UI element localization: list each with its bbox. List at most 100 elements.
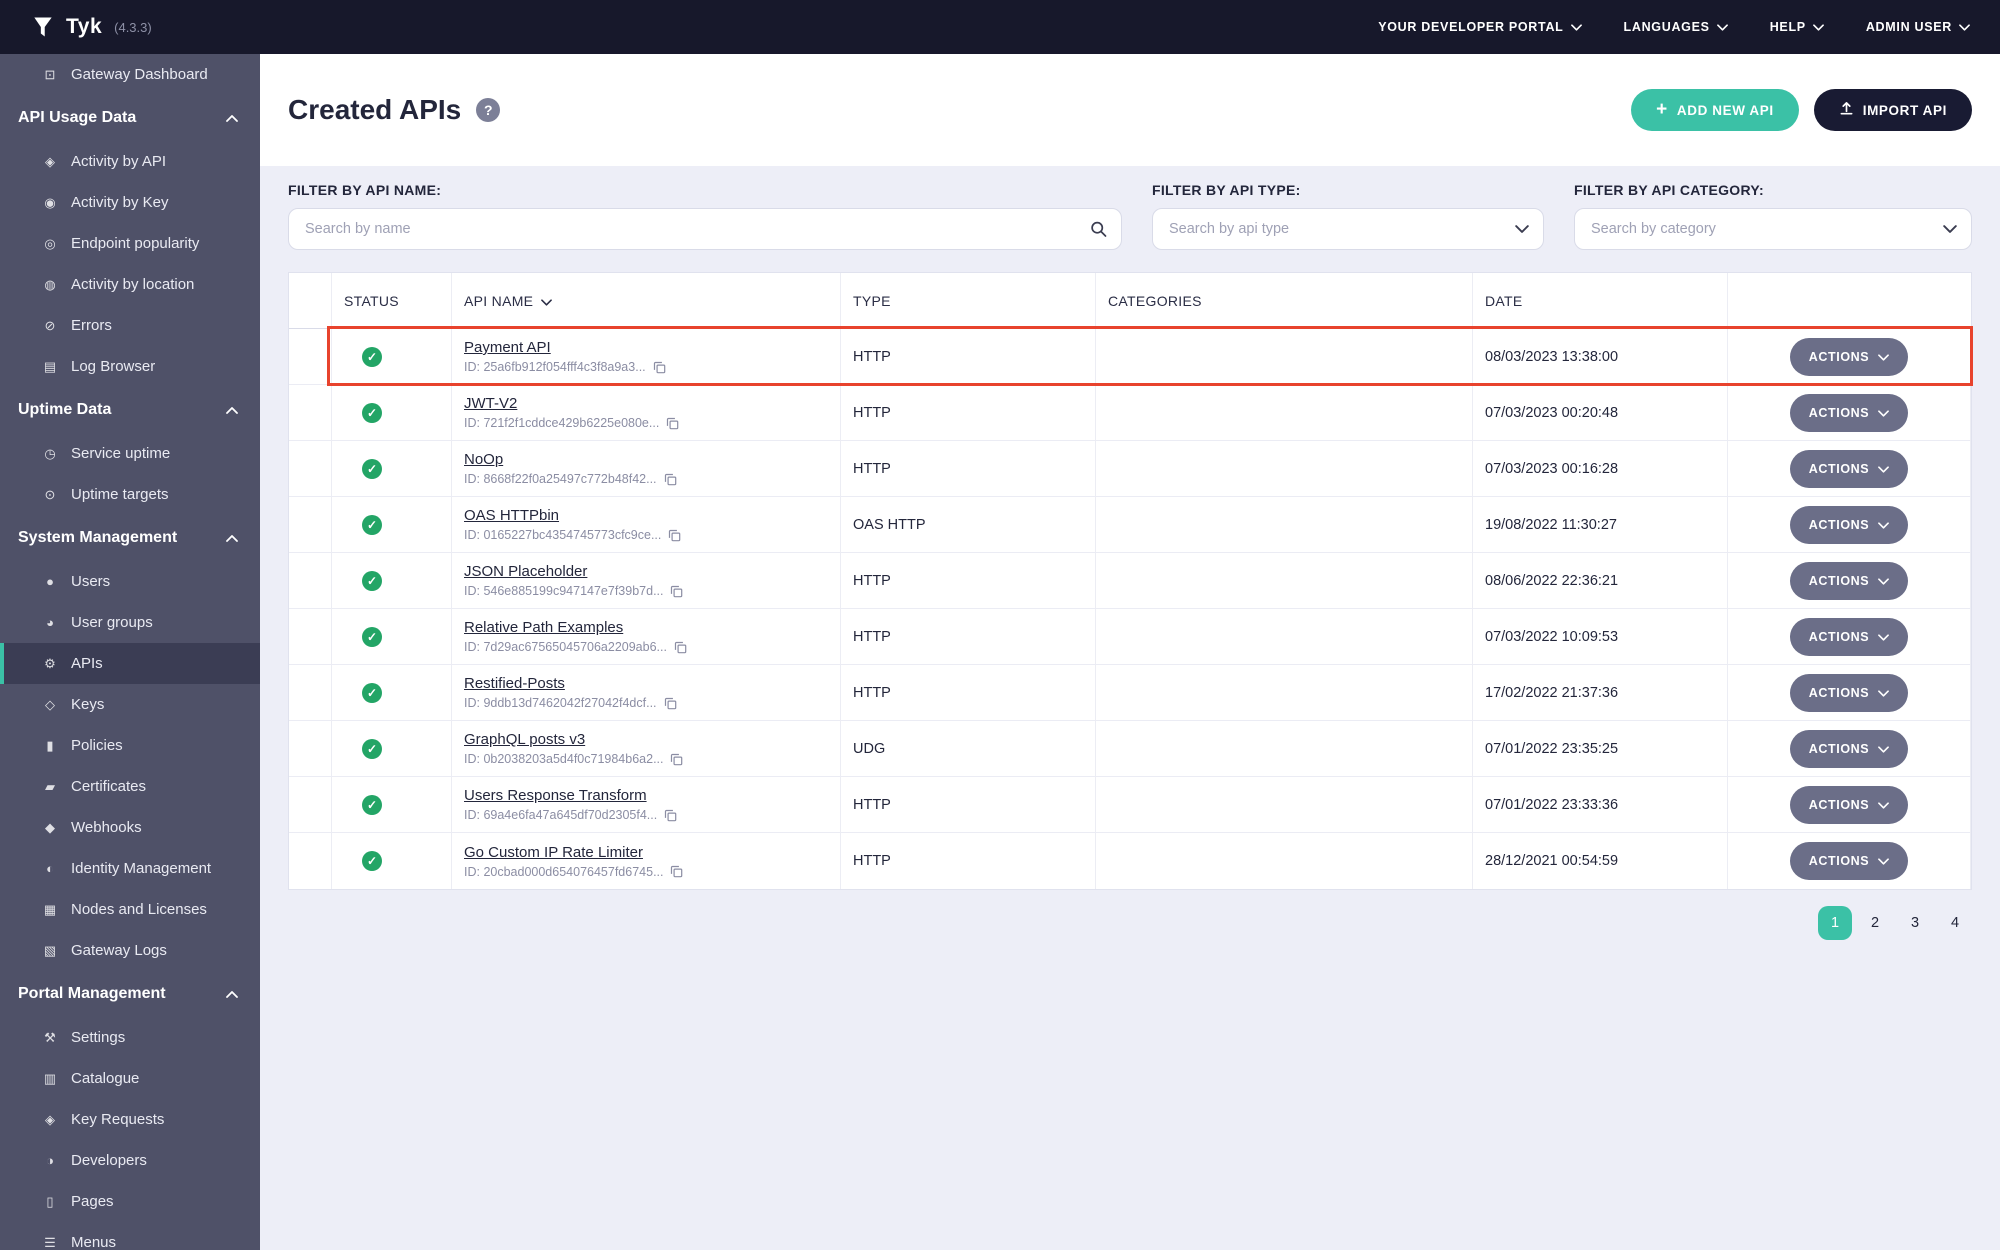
pagination-page-button[interactable]: 2	[1858, 906, 1892, 940]
actions-button[interactable]: ACTIONS	[1789, 561, 1909, 600]
api-id-text: ID: 721f2f1cddce429b6225e080e...	[464, 416, 660, 430]
actions-button[interactable]: ACTIONS	[1789, 673, 1909, 712]
pagination-page-button[interactable]: 4	[1938, 906, 1972, 940]
help-icon[interactable]: ?	[476, 98, 501, 122]
sidebar-item[interactable]: ◍ Activity by location	[0, 264, 260, 305]
sidebar-item[interactable]: ◇ Keys	[0, 684, 260, 725]
sidebar-item[interactable]: ◈ Key Requests	[0, 1099, 260, 1140]
actions-button[interactable]: ACTIONS	[1789, 449, 1909, 488]
copy-icon[interactable]	[653, 361, 666, 374]
sidebar-item[interactable]: ▰ Certificates	[0, 766, 260, 807]
api-name-link[interactable]: JSON Placeholder	[464, 563, 587, 580]
actions-button-label: ACTIONS	[1808, 573, 1870, 588]
sidebar-item[interactable]: System Management	[0, 515, 260, 561]
sidebar-item[interactable]: ⊘ Errors	[0, 305, 260, 346]
sidebar-item[interactable]: ▧ Gateway Logs	[0, 930, 260, 971]
sidebar-item[interactable]: ☰ Menus	[0, 1222, 260, 1250]
topbar-menu-item[interactable]: ADMIN USER	[1866, 20, 1970, 34]
pagination-page-button[interactable]: 3	[1898, 906, 1932, 940]
sidebar-item[interactable]: ▮ Policies	[0, 725, 260, 766]
actions-button[interactable]: ACTIONS	[1789, 505, 1909, 544]
cell-type: HTTP	[841, 777, 1096, 832]
sidebar-item[interactable]: ◆ Webhooks	[0, 807, 260, 848]
filter-type-select[interactable]: Search by api type	[1152, 208, 1544, 250]
sidebar-item[interactable]: ⚙ APIs	[0, 643, 260, 684]
actions-button[interactable]: ACTIONS	[1789, 842, 1909, 880]
api-name-link[interactable]: OAS HTTPbin	[464, 507, 559, 524]
header-actions-column	[1728, 273, 1971, 328]
cell-status: ✓	[332, 777, 452, 832]
monitor-icon: ⊡	[44, 67, 56, 82]
sidebar-item[interactable]: ◎ Endpoint popularity	[0, 223, 260, 264]
copy-icon[interactable]	[670, 753, 683, 766]
sidebar-item[interactable]: ▤ Log Browser	[0, 346, 260, 387]
cell-api-name: JWT-V2 ID: 721f2f1cddce429b6225e080e...	[452, 385, 841, 440]
actions-button[interactable]: ACTIONS	[1789, 337, 1909, 376]
plus-icon: +	[1656, 98, 1668, 120]
sidebar-item[interactable]: ◷ Service uptime	[0, 433, 260, 474]
cell-status: ✓	[332, 721, 452, 776]
copy-icon[interactable]	[674, 641, 687, 654]
copy-icon[interactable]	[668, 529, 681, 542]
sidebar-item[interactable]: ⊙ Uptime targets	[0, 474, 260, 515]
add-new-api-button[interactable]: + ADD NEW API	[1631, 89, 1799, 131]
api-name-link[interactable]: GraphQL posts v3	[464, 731, 585, 748]
api-name-link[interactable]: Restified-Posts	[464, 675, 565, 692]
cell-expand	[289, 609, 332, 664]
topbar-menu-label: YOUR DEVELOPER PORTAL	[1378, 20, 1564, 34]
cell-categories	[1096, 497, 1473, 552]
cell-date: 07/01/2022 23:35:25	[1473, 721, 1728, 776]
sidebar-item[interactable]: ⚒ Settings	[0, 1017, 260, 1058]
sidebar-item-label: Uptime targets	[71, 486, 169, 503]
sidebar-item[interactable]: API Usage Data	[0, 95, 260, 141]
topbar-menu-item[interactable]: YOUR DEVELOPER PORTAL	[1378, 20, 1582, 34]
copy-icon[interactable]	[670, 865, 683, 878]
sidebar-item[interactable]: ⊡ Gateway Dashboard	[0, 54, 260, 95]
api-name-link[interactable]: Go Custom IP Rate Limiter	[464, 844, 643, 861]
tyk-logo: Tyk (4.3.3)	[30, 14, 152, 40]
table-row: ✓ OAS HTTPbin ID: 0165227bc4354745773cfc…	[289, 497, 1971, 553]
actions-button[interactable]: ACTIONS	[1789, 617, 1909, 656]
pagination-page-button[interactable]: 1	[1818, 906, 1852, 940]
sidebar-item[interactable]: Uptime Data	[0, 387, 260, 433]
chevron-down-icon	[1878, 686, 1890, 700]
copy-icon[interactable]	[664, 697, 677, 710]
api-name-link[interactable]: JWT-V2	[464, 395, 517, 412]
api-id-text: ID: 0165227bc4354745773cfc9ce...	[464, 528, 662, 542]
copy-icon[interactable]	[670, 585, 683, 598]
api-name-link[interactable]: Payment API	[464, 339, 551, 356]
actions-button[interactable]: ACTIONS	[1789, 393, 1909, 432]
sidebar-item[interactable]: ◐ Identity Management	[0, 848, 260, 889]
filter-name-input[interactable]	[288, 208, 1122, 250]
copy-icon[interactable]	[666, 417, 679, 430]
cell-expand	[289, 329, 332, 384]
sidebar-item[interactable]: Portal Management	[0, 971, 260, 1017]
filter-category-label: FILTER BY API CATEGORY:	[1574, 182, 1764, 198]
sidebar-item[interactable]: ▯ Pages	[0, 1181, 260, 1222]
webhooks-icon: ◆	[45, 820, 55, 835]
copy-icon[interactable]	[664, 809, 677, 822]
api-name-link[interactable]: Relative Path Examples	[464, 619, 623, 636]
activity-key-icon: ◉	[44, 195, 56, 210]
table-row: ✓ Go Custom IP Rate Limiter ID: 20cbad00…	[289, 833, 1971, 889]
filter-category-select[interactable]: Search by category	[1574, 208, 1972, 250]
topbar-menu-item[interactable]: LANGUAGES	[1624, 20, 1728, 34]
table-row: ✓ JSON Placeholder ID: 546e885199c947147…	[289, 553, 1971, 609]
header-api-name[interactable]: API NAME	[452, 273, 841, 328]
import-api-button[interactable]: IMPORT API	[1813, 89, 1972, 131]
actions-button[interactable]: ACTIONS	[1789, 785, 1909, 824]
api-name-link[interactable]: NoOp	[464, 451, 503, 468]
api-name-link[interactable]: Users Response Transform	[464, 787, 647, 804]
sidebar-item[interactable]: ▦ Nodes and Licenses	[0, 889, 260, 930]
sidebar-item[interactable]: ◑ Developers	[0, 1140, 260, 1181]
sidebar-item[interactable]: ◉ Activity by Key	[0, 182, 260, 223]
sidebar-item[interactable]: ▥ Catalogue	[0, 1058, 260, 1099]
sidebar-item[interactable]: ◕ User groups	[0, 602, 260, 643]
chevron-down-icon	[1570, 23, 1582, 31]
topbar-menu-item[interactable]: HELP	[1770, 20, 1824, 34]
copy-icon[interactable]	[664, 473, 677, 486]
sidebar-item[interactable]: ◈ Activity by API	[0, 141, 260, 182]
actions-button[interactable]: ACTIONS	[1789, 729, 1909, 768]
status-ok-icon: ✓	[362, 682, 382, 703]
sidebar-item[interactable]: ● Users	[0, 561, 260, 602]
